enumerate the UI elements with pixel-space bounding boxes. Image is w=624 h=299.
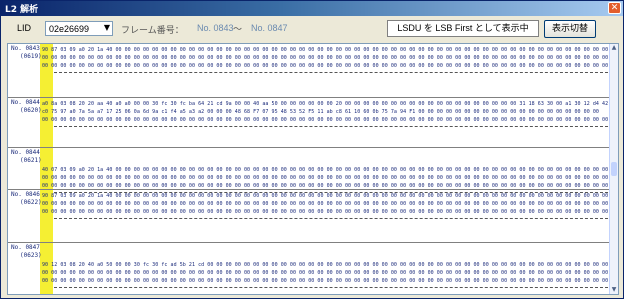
hex-line: 00 00 00 00 00 00 00 00 00 00 00 00 00 0… bbox=[42, 270, 608, 276]
frame-row[interactable]: No. 0847 (0623) 90 12 03 08 20 40 a0 50 00… bbox=[8, 242, 610, 294]
lid-value: 02e26699 bbox=[49, 24, 90, 34]
hex-line: 90 87 03 09 a0 20 1a 40 00 00 00 00 00 0… bbox=[42, 193, 608, 199]
title-bar[interactable]: L2 解析 ✕ bbox=[1, 1, 623, 16]
hex-line: 00 00 00 00 00 00 00 00 00 00 00 00 00 0… bbox=[42, 209, 608, 215]
frame-sub-number: (0620) bbox=[20, 107, 42, 114]
close-icon: ✕ bbox=[610, 3, 619, 13]
frame-sub-number: (0619) bbox=[20, 53, 42, 60]
vertical-scrollbar[interactable]: ▲ ▼ bbox=[609, 44, 618, 294]
frame-dump-panel[interactable]: No. 0843 (0619) 90 87 03 09 a0 20 1a 40 00… bbox=[7, 43, 619, 295]
display-switch-button[interactable]: 表示切替 bbox=[544, 20, 596, 38]
frame-row[interactable]: No. 0844 (0621) 40 07 03 09 a0 20 1a 40 00… bbox=[8, 147, 610, 193]
l2-analysis-window: L2 解析 ✕ LID 02e26699 ▼ フレーム番号： No. 0843 … bbox=[0, 0, 624, 299]
scroll-thumb[interactable] bbox=[611, 162, 617, 176]
frame-number: No. 0844 bbox=[11, 149, 40, 156]
frame-number: No. 0844 bbox=[11, 99, 40, 106]
hex-line: 90 87 03 09 a0 20 1a 40 00 00 00 00 00 0… bbox=[42, 47, 608, 53]
frame-divider bbox=[54, 72, 608, 73]
lid-select[interactable]: 02e26699 ▼ bbox=[45, 21, 113, 36]
hex-line: 00 00 00 00 00 00 00 00 00 00 00 00 00 0… bbox=[42, 63, 608, 69]
frame-range-separator: 〜 bbox=[233, 25, 243, 35]
scroll-down-icon[interactable]: ▼ bbox=[610, 286, 618, 294]
chevron-down-icon[interactable]: ▼ bbox=[104, 23, 110, 32]
lid-label: LID bbox=[17, 23, 32, 33]
frame-row[interactable]: No. 0846 (0622) 90 87 03 09 a0 20 1a 40 00… bbox=[8, 189, 610, 242]
frame-divider bbox=[54, 218, 608, 219]
frame-row[interactable]: No. 0843 (0619) 90 87 03 09 a0 20 1a 40 00… bbox=[8, 44, 610, 97]
frame-number-label: フレーム番号： bbox=[121, 25, 184, 35]
frame-number-from: No. 0843 bbox=[197, 23, 234, 33]
frame-sub-number: (0621) bbox=[20, 157, 42, 164]
hex-line: c0 75 97 a0 7a 5a a7 17 25 06 0a 6d 9a c… bbox=[42, 109, 599, 115]
display-mode-status: LSDU を LSB First として表示中 bbox=[387, 20, 539, 37]
frame-number-to: No. 0847 bbox=[251, 23, 288, 33]
frame-divider bbox=[54, 126, 608, 127]
frame-sub-number: (0622) bbox=[20, 199, 42, 206]
scroll-up-icon[interactable]: ▲ bbox=[610, 44, 618, 52]
hex-line: 00 00 00 00 00 00 00 00 00 00 00 00 00 0… bbox=[42, 117, 608, 123]
window-title: L2 解析 bbox=[5, 5, 39, 15]
frame-row[interactable]: No. 0844 (0620) a0 8a 03 08 20 20 aa 40 a0… bbox=[8, 97, 610, 147]
close-button[interactable]: ✕ bbox=[608, 2, 621, 14]
hex-line: 00 00 00 00 00 00 00 00 00 00 00 00 00 0… bbox=[42, 278, 608, 284]
frame-number: No. 0843 bbox=[11, 45, 40, 52]
hex-line: 00 00 00 00 00 00 00 00 00 00 00 00 00 0… bbox=[42, 175, 608, 181]
frame-divider bbox=[54, 287, 608, 288]
hex-line: 00 00 00 00 00 00 00 00 00 00 00 00 00 0… bbox=[42, 201, 608, 207]
hex-line: 90 12 03 08 20 40 a0 50 00 00 30 fc 30 f… bbox=[42, 262, 608, 268]
hex-line: a0 8a 03 08 20 20 aa 40 a0 a0 00 00 30 f… bbox=[42, 101, 608, 107]
hex-line: 00 00 00 00 00 00 00 00 00 00 00 00 00 0… bbox=[42, 55, 608, 61]
frame-sub-number: (0623) bbox=[20, 252, 42, 259]
frame-number: No. 0847 bbox=[11, 244, 40, 251]
frame-number: No. 0846 bbox=[11, 191, 40, 198]
hex-line: 40 07 03 09 a0 20 1a 40 00 00 00 00 00 0… bbox=[42, 167, 608, 173]
toolbar: LID 02e26699 ▼ フレーム番号： No. 0843 〜 No. 08… bbox=[1, 16, 623, 43]
